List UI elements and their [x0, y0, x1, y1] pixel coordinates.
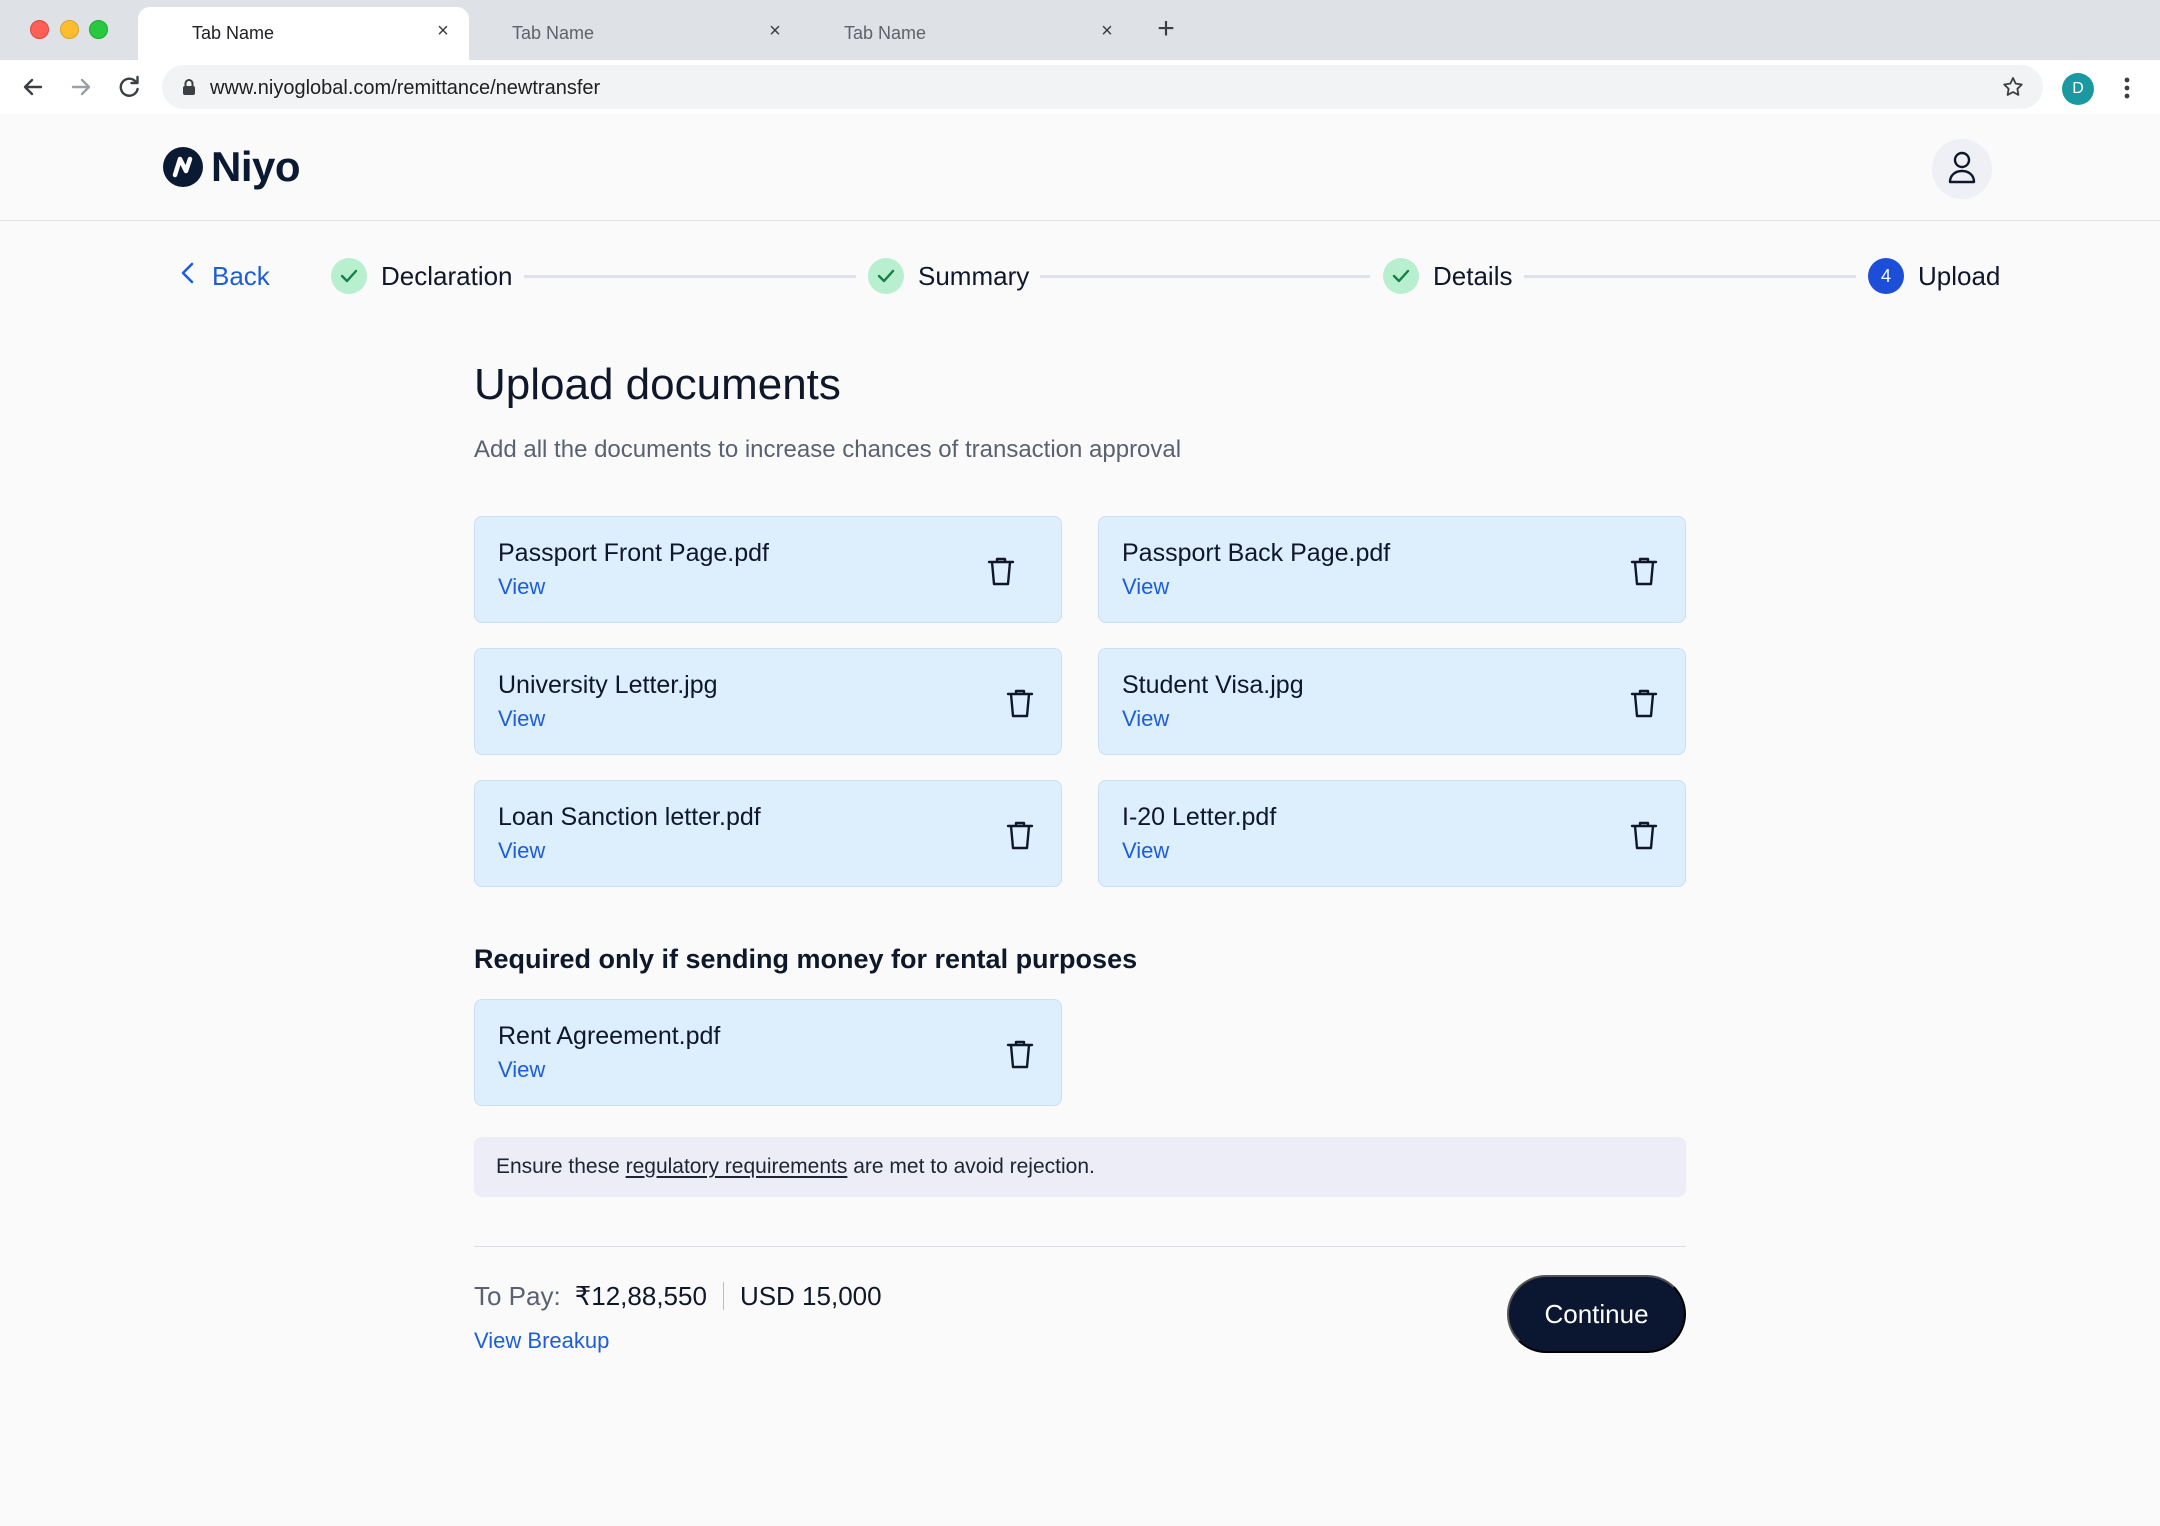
view-document-link[interactable]: View: [498, 574, 545, 600]
trash-icon[interactable]: [1629, 555, 1659, 587]
document-name: Rent Agreement.pdf: [498, 1022, 721, 1050]
close-icon[interactable]: ×: [763, 19, 787, 43]
amount-usd: USD 15,000: [739, 1280, 882, 1311]
view-document-link[interactable]: View: [498, 838, 545, 864]
trash-icon[interactable]: [986, 555, 1016, 587]
brand-name: Niyo: [211, 143, 301, 190]
step-label: Summary: [918, 260, 1030, 291]
continue-button[interactable]: Continue: [1507, 1275, 1686, 1353]
step-label: Declaration: [381, 260, 513, 291]
document-card: Rent Agreement.pdf View: [474, 999, 1062, 1106]
step-details: Details: [1383, 258, 1512, 294]
step-declaration: Declaration: [331, 258, 513, 294]
browser-toolbar: www.niyoglobal.com/remittance/newtransfe…: [0, 60, 2160, 114]
view-document-link[interactable]: View: [1122, 706, 1169, 732]
user-account-button[interactable]: [1932, 139, 1992, 199]
forward-arrow-icon[interactable]: [67, 73, 95, 101]
check-icon: [1383, 258, 1419, 294]
step-connector: [1040, 275, 1370, 278]
trash-icon[interactable]: [1629, 819, 1659, 851]
browser-tab[interactable]: Tab Name ×: [802, 7, 1133, 60]
view-document-link[interactable]: View: [498, 1057, 545, 1083]
trash-icon[interactable]: [1005, 819, 1035, 851]
amount-inr: ₹12,88,550: [574, 1280, 707, 1311]
address-bar[interactable]: www.niyoglobal.com/remittance/newtransfe…: [162, 65, 2043, 109]
step-summary: Summary: [868, 258, 1029, 294]
page-subtitle: Add all the documents to increase chance…: [474, 436, 1182, 463]
browser-menu-icon[interactable]: [2117, 74, 2137, 102]
close-window-button[interactable]: [30, 20, 49, 39]
document-name: University Letter.jpg: [498, 671, 718, 699]
close-icon[interactable]: ×: [431, 19, 455, 43]
divider: [474, 1246, 1686, 1247]
document-name: Passport Front Page.pdf: [498, 539, 769, 567]
maximize-window-button[interactable]: [89, 20, 108, 39]
tab-title: Tab Name: [844, 23, 927, 43]
lock-icon: [182, 78, 196, 101]
niyo-logo[interactable]: Niyo: [163, 143, 301, 190]
close-icon[interactable]: ×: [1095, 19, 1119, 43]
browser-tab[interactable]: Tab Name ×: [470, 7, 801, 60]
trash-icon[interactable]: [1005, 687, 1035, 719]
new-tab-button[interactable]: +: [1152, 14, 1180, 44]
rental-section-heading: Required only if sending money for renta…: [474, 944, 1138, 974]
view-document-link[interactable]: View: [1122, 574, 1169, 600]
app-header: Niyo: [0, 114, 2160, 221]
regulatory-notice: Ensure these regulatory requirements are…: [474, 1137, 1686, 1197]
browser-tab-bar: Tab Name × Tab Name × Tab Name × +: [0, 0, 2160, 60]
url-text: www.niyoglobal.com/remittance/newtransfe…: [210, 77, 601, 99]
to-pay-label: To Pay:: [474, 1280, 561, 1311]
document-name: I-20 Letter.pdf: [1122, 803, 1277, 831]
notice-prefix: Ensure these: [496, 1155, 626, 1178]
step-label: Upload: [1918, 260, 2001, 291]
upload-documents-section: Upload documents Add all the documents t…: [474, 360, 1686, 464]
document-card: Passport Front Page.pdf View: [474, 516, 1062, 623]
check-icon: [868, 258, 904, 294]
amount-separator: [722, 1282, 724, 1310]
trash-icon[interactable]: [1629, 687, 1659, 719]
chevron-left-icon: [180, 261, 196, 292]
document-card: Student Visa.jpg View: [1098, 648, 1686, 755]
trash-icon[interactable]: [1005, 1038, 1035, 1070]
tab-title: Tab Name: [192, 23, 275, 43]
document-card: Loan Sanction letter.pdf View: [474, 780, 1062, 887]
step-upload: 4 Upload: [1868, 258, 2000, 294]
step-number: 4: [1868, 258, 1904, 294]
niyo-logo-mark-icon: [163, 147, 203, 187]
step-connector: [1524, 275, 1856, 278]
step-label: Details: [1433, 260, 1513, 291]
view-breakup-link[interactable]: View Breakup: [474, 1328, 609, 1354]
page-title: Upload documents: [474, 360, 841, 409]
user-icon: [1947, 150, 1977, 189]
reload-icon[interactable]: [115, 73, 143, 101]
notice-suffix: are met to avoid rejection.: [847, 1155, 1095, 1178]
document-card: Passport Back Page.pdf View: [1098, 516, 1686, 623]
profile-avatar[interactable]: D: [2062, 73, 2094, 105]
view-document-link[interactable]: View: [1122, 838, 1169, 864]
document-name: Student Visa.jpg: [1122, 671, 1304, 699]
document-name: Passport Back Page.pdf: [1122, 539, 1391, 567]
document-card: University Letter.jpg View: [474, 648, 1062, 755]
back-button[interactable]: Back: [180, 260, 270, 292]
browser-tab[interactable]: Tab Name ×: [138, 7, 469, 60]
document-name: Loan Sanction letter.pdf: [498, 803, 761, 831]
minimize-window-button[interactable]: [60, 20, 79, 39]
back-label: Back: [212, 260, 270, 291]
document-card: I-20 Letter.pdf View: [1098, 780, 1686, 887]
progress-stepper: Back Declaration Summary Details 4 Uploa…: [0, 252, 2160, 300]
step-connector: [524, 275, 856, 278]
bookmark-star-icon[interactable]: [2001, 75, 2025, 104]
back-arrow-icon[interactable]: [19, 73, 47, 101]
payment-summary: To Pay: ₹12,88,550 USD 15,000: [474, 1278, 882, 1314]
check-icon: [331, 258, 367, 294]
tab-title: Tab Name: [512, 23, 595, 43]
view-document-link[interactable]: View: [498, 706, 545, 732]
regulatory-requirements-link[interactable]: regulatory requirements: [626, 1155, 848, 1178]
